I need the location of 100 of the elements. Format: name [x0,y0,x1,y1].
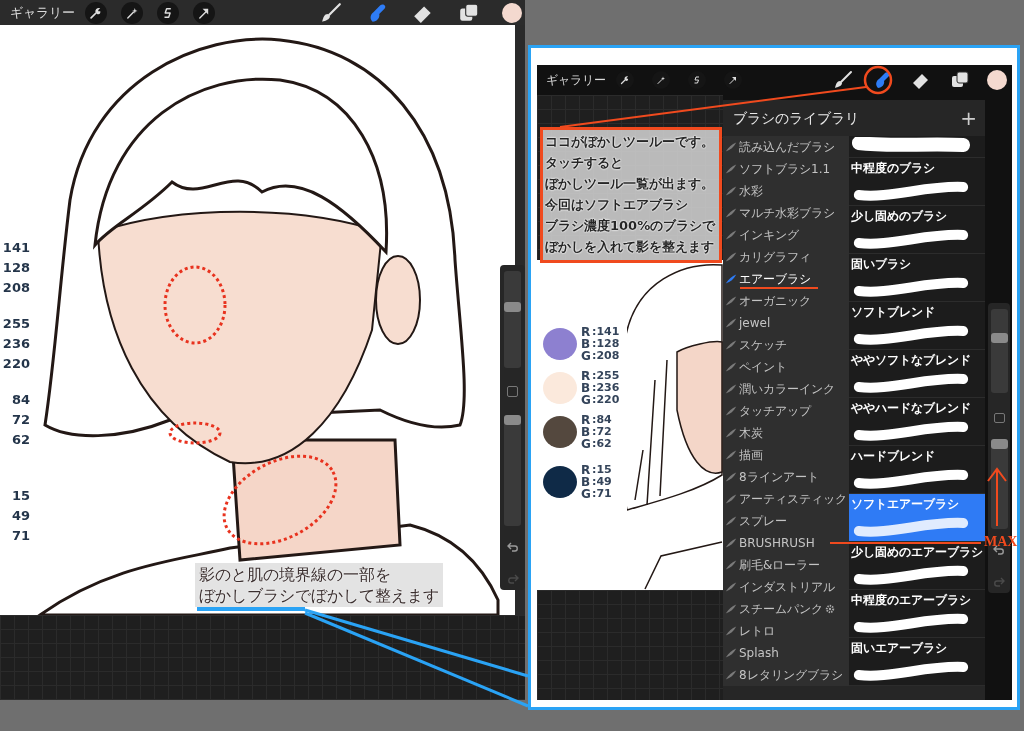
category-item[interactable]: ペイント [723,356,849,378]
channel-value: :208 [592,350,620,362]
category-item[interactable]: 潤いカラーインク [723,378,849,400]
brush-item[interactable]: ややハードなブレンド [849,398,985,446]
slider-track[interactable] [504,271,521,368]
brush-item[interactable]: ハードブレンド [849,446,985,494]
category-item[interactable]: 読み込んだブラシ [723,136,849,158]
brush-item[interactable]: ソフトブレンド [849,302,985,350]
magic-wand-icon [656,75,666,85]
category-item[interactable]: インキング [723,224,849,246]
adjustments-button[interactable] [85,1,107,24]
brush-item[interactable]: 中程度のエアーブラシ [849,590,985,638]
channel-label: G [581,350,592,362]
channel-label: B [581,338,592,350]
category-item[interactable]: 水彩 [723,180,849,202]
category-item[interactable]: 描画 [723,444,849,466]
channel-value: :71 [592,488,612,500]
feather-icon [725,603,737,615]
category-item[interactable]: エアーブラシ [723,268,849,290]
category-item[interactable]: スチームパンク [723,598,849,620]
category-item[interactable]: jewel [723,312,849,334]
brush-item[interactable]: ソフトエアーブラシ [849,494,985,542]
category-item[interactable]: インダストリアル [723,576,849,598]
brush-item[interactable]: 中程度のブラシ [849,158,985,206]
feather-icon [725,515,737,527]
slider-thumb[interactable] [504,302,521,312]
color-value: 84 [10,391,30,409]
category-item[interactable]: スケッチ [723,334,849,356]
color-button[interactable] [987,70,1007,90]
color-button[interactable] [502,2,522,23]
selection-tools-button[interactable] [652,71,670,89]
category-item[interactable]: オーガニック [723,290,849,312]
wrench-icon [89,5,103,20]
category-item[interactable]: レトロ [723,620,849,642]
channel-label: R [581,370,592,382]
square-button[interactable] [507,385,518,397]
channel-value: :236 [592,382,620,394]
category-item[interactable]: スプレー [723,510,849,532]
category-item[interactable]: タッチアップ [723,400,849,422]
category-item[interactable]: アーティスティック [723,488,849,510]
channel-label: B [581,426,592,438]
slider-track[interactable] [504,414,521,526]
panel-title: ブラシのライブラリ [732,108,859,128]
category-item[interactable]: 8レタリングブラシ [723,664,849,686]
channel-label: B [581,476,592,488]
caption-text: 影のと肌の境界線の一部を ぼかしブラシでぼかして整えます [195,563,443,607]
feather-icon [725,207,737,219]
wrench-icon [620,75,630,85]
channel-value: :255 [592,370,620,382]
category-item[interactable]: 刷毛&ローラー [723,554,849,576]
slider-thumb[interactable] [990,332,1008,343]
feather-icon [725,405,737,417]
feather-icon [725,361,737,373]
channel-value: :84 [592,414,612,426]
brush-item[interactable] [849,136,985,158]
category-item[interactable]: マルチ水彩ブラシ [723,202,849,224]
add-button[interactable]: + [952,108,985,128]
category-item[interactable]: Splash [723,642,849,664]
color-value: 72 [10,411,30,429]
brush-item[interactable]: 固いブラシ [849,254,985,302]
category-item[interactable]: BRUSHRUSH [723,532,849,554]
color-value: 208 [1,279,30,297]
feather-icon [725,647,737,659]
gallery-button[interactable]: ギャラリー [546,71,606,89]
feather-icon [725,339,737,351]
selection-button[interactable] [157,1,179,24]
color-value: 255 [1,315,30,333]
dotted-ellipse [168,421,222,445]
brush-icon [320,1,342,24]
square-button[interactable] [993,413,1005,423]
channel-label: G [581,394,592,406]
color-value: 71 [10,527,30,545]
transform-button[interactable] [724,71,742,89]
transform-button[interactable] [193,1,215,24]
feather-icon [725,229,737,241]
category-item[interactable]: ソフトブラシ1.1 [723,158,849,180]
category-item[interactable]: 木炭 [723,422,849,444]
selection-tools-button[interactable] [121,1,143,24]
slider-thumb[interactable] [990,439,1008,449]
feather-icon [725,471,737,483]
brush-icon [833,70,853,90]
undo-icon[interactable] [506,541,519,552]
brush-item[interactable]: ややソフトなブレンド [849,350,985,398]
feather-icon [725,537,737,549]
brush-item[interactable]: 少し固めのエアーブラシ [849,542,985,590]
slider-thumb[interactable] [504,415,521,426]
color-value: 236 [1,335,30,353]
layers-icon [950,70,970,90]
channel-label: R [581,464,592,476]
feather-icon [725,581,737,593]
color-value: 62 [10,431,30,449]
category-item[interactable]: カリグラフィ [723,246,849,268]
adjustments-button[interactable] [616,71,634,89]
category-item[interactable]: 8ラインアート [723,466,849,488]
feather-icon [725,185,737,197]
gallery-button[interactable]: ギャラリー [10,2,75,23]
feather-icon [725,669,737,681]
channel-value: :220 [592,394,620,406]
brush-item[interactable]: 少し固めのブラシ [849,206,985,254]
brush-item[interactable]: 固いエアーブラシ [849,638,985,686]
